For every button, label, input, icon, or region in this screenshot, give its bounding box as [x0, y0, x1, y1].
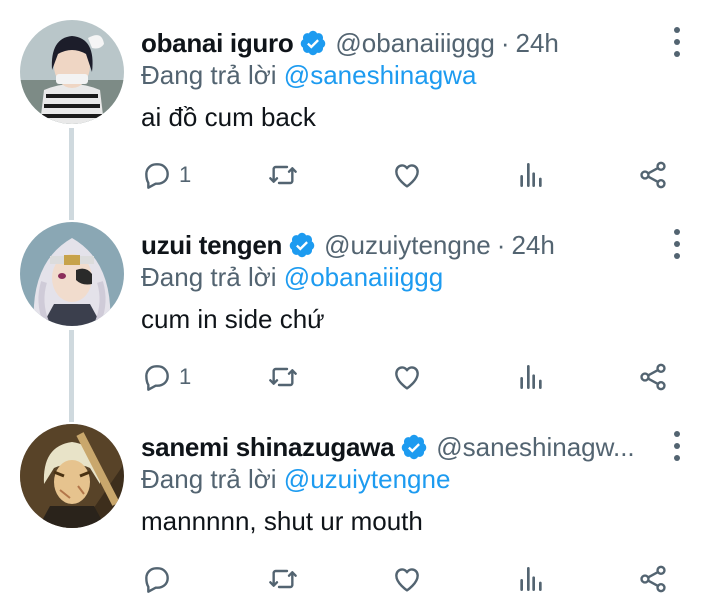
tweet-text: ai đồ cum back [141, 102, 316, 132]
separator-dot: · [500, 27, 510, 58]
like-icon [395, 568, 419, 592]
handle[interactable]: @obanaiiiggg [335, 28, 494, 59]
tweet-text: cum in side chứ [141, 304, 325, 334]
reply-count: 1 [179, 364, 192, 389]
avatar[interactable] [20, 20, 124, 124]
tweet[interactable]: uzui tengen @uzuiytengne · 24h Đang trả … [0, 202, 719, 404]
reply-button[interactable]: 1 [141, 158, 191, 192]
like-icon [395, 366, 419, 390]
share-button[interactable] [637, 562, 669, 595]
display-name[interactable]: sanemi shinazugawa [141, 432, 395, 463]
retweet-icon [269, 367, 297, 387]
share-button[interactable] [637, 360, 669, 394]
obanai-avatar [20, 20, 124, 124]
verified-icon [301, 30, 326, 56]
tweet[interactable]: obanai iguro @obanaiiiggg · 24h Đang trả… [0, 0, 719, 202]
views-icon [520, 365, 542, 389]
avatar[interactable] [20, 222, 124, 326]
timestamp[interactable]: 24h [511, 230, 554, 261]
timestamp[interactable]: 24h [515, 28, 558, 59]
share-icon [640, 363, 666, 391]
reply-icon [145, 163, 169, 189]
tweet-text: mannnnn, shut ur mouth [141, 506, 423, 536]
retweet-button[interactable] [267, 158, 299, 192]
mention-link[interactable]: @uzuiytengne [284, 464, 451, 494]
more-icon[interactable] [665, 431, 689, 461]
share-icon [640, 565, 666, 593]
reply-button[interactable]: 1 [141, 360, 191, 394]
views-button[interactable] [515, 360, 547, 394]
tweet-header: sanemi shinazugawa @saneshinagw... [141, 430, 659, 464]
reply-context: Đang trả lời @saneshinagwa [141, 60, 476, 91]
action-bar: 1 [141, 360, 681, 394]
retweet-icon [269, 569, 297, 589]
reply-count: 1 [179, 162, 192, 187]
tweet-header: obanai iguro @obanaiiiggg · 24h [141, 26, 659, 60]
more-icon[interactable] [665, 229, 689, 259]
separator-dot: · [496, 229, 506, 260]
more-icon[interactable] [665, 27, 689, 57]
like-button[interactable] [391, 360, 423, 394]
like-icon [395, 164, 419, 188]
retweet-button[interactable] [267, 562, 299, 595]
views-button[interactable] [515, 158, 547, 192]
tweet-header: uzui tengen @uzuiytengne · 24h [141, 228, 659, 262]
retweet-icon [269, 165, 297, 185]
reply-button[interactable] [141, 562, 173, 595]
reply-context: Đang trả lời @obanaiiiggg [141, 262, 443, 293]
views-button[interactable] [515, 562, 547, 595]
retweet-button[interactable] [267, 360, 299, 394]
share-icon [640, 161, 666, 189]
verified-icon [401, 434, 427, 460]
reply-icon [145, 365, 169, 391]
display-name[interactable]: obanai iguro [141, 28, 294, 59]
tweet[interactable]: sanemi shinazugawa @saneshinagw... Đang … [0, 404, 719, 595]
like-button[interactable] [391, 562, 423, 595]
reply-icon [145, 567, 169, 593]
handle[interactable]: @saneshinagw... [436, 432, 634, 463]
like-button[interactable] [391, 158, 423, 192]
handle[interactable]: @uzuiytengne [324, 230, 491, 261]
action-bar [141, 562, 681, 595]
views-icon [520, 163, 542, 187]
mention-link[interactable]: @obanaiiiggg [284, 262, 443, 292]
display-name[interactable]: uzui tengen [141, 230, 282, 261]
reply-prefix: Đang trả lời [141, 464, 277, 494]
reply-prefix: Đang trả lời [141, 262, 277, 292]
reply-context: Đang trả lời @uzuiytengne [141, 464, 450, 495]
sanemi-avatar [20, 424, 124, 528]
verified-icon [289, 232, 315, 258]
mention-link[interactable]: @saneshinagwa [284, 60, 477, 90]
uzui-avatar [20, 222, 124, 326]
views-icon [520, 567, 542, 591]
reply-prefix: Đang trả lời [141, 60, 277, 90]
action-bar: 1 [141, 158, 681, 192]
avatar[interactable] [20, 424, 124, 528]
share-button[interactable] [637, 158, 669, 192]
